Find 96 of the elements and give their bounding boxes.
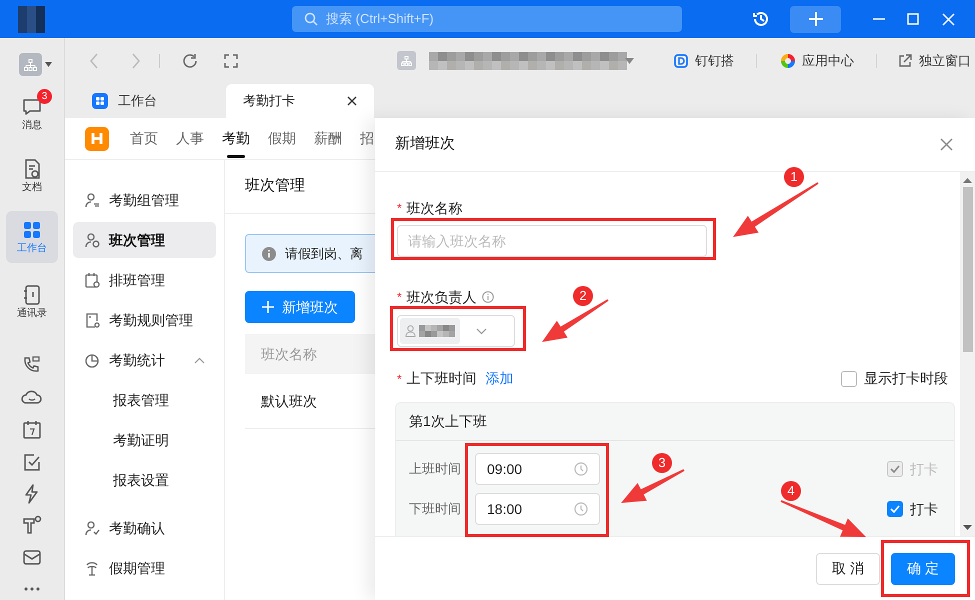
contact-book-icon <box>21 284 43 306</box>
required-mark: * <box>397 370 402 388</box>
scroll-up-icon <box>963 178 972 183</box>
owner-select[interactable] <box>397 315 515 347</box>
person-icon <box>405 325 416 337</box>
checkbox-label: 打卡 <box>910 500 938 518</box>
checkbox[interactable] <box>887 501 903 517</box>
letter-h-icon <box>91 132 103 145</box>
check-icon <box>890 505 900 513</box>
checkbox-label: 显示打卡时段 <box>864 369 948 388</box>
info-icon <box>262 246 276 260</box>
nav-tab[interactable]: 招 <box>360 118 374 159</box>
plus-icon <box>808 11 824 27</box>
calendar-icon[interactable] <box>21 418 43 441</box>
sidebar-label: 消息 <box>22 120 42 132</box>
submenu-item[interactable]: 报表管理 <box>113 382 216 418</box>
sidebar-item[interactable]: 文档 <box>6 150 58 202</box>
document-gear-icon <box>84 312 100 328</box>
search-icon <box>304 12 318 26</box>
confirm-button[interactable]: 确 定 <box>891 552 955 584</box>
toolbar-link[interactable]: 独立窗口 <box>897 50 971 70</box>
fullscreen-icon[interactable] <box>224 54 238 68</box>
person-check-icon <box>84 520 100 536</box>
chevron-up-icon <box>194 356 205 364</box>
info-icon <box>482 291 494 303</box>
field-label: 上下班时间 <box>406 369 477 388</box>
calendar-clock-icon <box>84 272 100 288</box>
sidebar-item[interactable]: 消息 3 <box>6 88 58 140</box>
org-chart-icon <box>24 58 36 70</box>
cancel-button[interactable]: 取 消 <box>816 552 880 584</box>
menu-item[interactable]: 排班管理 <box>73 262 216 298</box>
menu-item[interactable]: 考勤确认 <box>73 510 216 546</box>
clock-icon <box>574 462 588 476</box>
maximize-icon[interactable] <box>907 13 919 25</box>
menu-item[interactable]: 班次管理 <box>73 222 216 258</box>
table-cell-text: 默认班次 <box>261 392 317 410</box>
nav-tab[interactable]: 考勤 <box>222 118 250 159</box>
add-link[interactable]: 添加 <box>486 368 514 389</box>
sidebar-label: 文档 <box>22 182 42 194</box>
field-label: 上班时间 <box>409 460 462 478</box>
submenu-item[interactable]: 考勤证明 <box>113 422 216 458</box>
scrollbar[interactable] <box>960 172 975 536</box>
clock-icon <box>574 502 588 516</box>
chevron-down-icon <box>476 328 487 334</box>
caret-down-icon[interactable] <box>625 58 634 64</box>
scroll-down-icon <box>963 525 972 530</box>
card-title: 第1次上下班 <box>409 412 487 431</box>
org-chart-icon <box>401 56 412 66</box>
palm-tree-icon <box>84 560 100 576</box>
person-group-icon <box>84 192 100 208</box>
time-field[interactable]: 18:00 <box>475 493 600 525</box>
tab[interactable]: 考勤打卡 <box>226 84 374 118</box>
required-mark: * <box>397 289 402 306</box>
close-icon[interactable] <box>347 96 357 106</box>
nav-tab[interactable]: 首页 <box>130 118 158 159</box>
toolbar-link[interactable]: 应用中心 <box>780 50 854 70</box>
field-label: 班次名称 <box>406 198 463 218</box>
redacted-logo <box>18 6 45 32</box>
time-field[interactable]: 09:00 <box>475 453 600 485</box>
external-window-icon <box>897 52 913 68</box>
notice-text: 请假到岗、离 <box>285 244 363 263</box>
sidebar-label: 工作台 <box>17 243 47 256</box>
tab[interactable]: 工作台 <box>92 84 157 118</box>
pie-chart-icon <box>84 352 100 368</box>
check-icon <box>890 465 900 473</box>
tool-icon[interactable] <box>21 514 43 536</box>
unread-badge: 3 <box>37 89 52 104</box>
field-label: 下班时间 <box>409 500 462 518</box>
plus-icon <box>262 301 274 313</box>
shift-name-field[interactable]: 请输入班次名称 <box>397 225 707 257</box>
app-center-icon <box>780 52 796 68</box>
add-shift-button[interactable]: 新增班次 <box>245 291 355 323</box>
redacted-name <box>419 325 455 337</box>
checkbox[interactable] <box>841 370 857 386</box>
checkbox-label: 打卡 <box>910 460 938 478</box>
menu-item[interactable]: 考勤统计 <box>73 342 216 378</box>
nav-tab[interactable]: 人事 <box>176 118 204 159</box>
required-mark: * <box>397 200 402 217</box>
sidebar-label: 通讯录 <box>17 308 47 320</box>
submenu-item[interactable]: 报表设置 <box>113 462 216 498</box>
person-clock-icon <box>84 232 100 248</box>
add-button[interactable] <box>790 6 841 32</box>
field-label: 班次负责人 <box>406 288 477 306</box>
drawer-title: 新增班次 <box>395 134 456 154</box>
refresh-icon[interactable] <box>182 52 198 68</box>
nav-tab[interactable]: 假期 <box>268 118 296 159</box>
history-icon[interactable] <box>752 10 770 28</box>
sidebar-item[interactable]: 通讯录 <box>6 276 58 328</box>
column-header: 班次名称 <box>261 344 317 364</box>
menu-item[interactable]: 考勤组管理 <box>73 182 216 218</box>
menu-item[interactable]: 考勤规则管理 <box>73 302 216 338</box>
caret-down-icon <box>44 62 52 67</box>
nav-tab[interactable]: 薪酬 <box>314 118 342 159</box>
app-icon <box>92 93 108 109</box>
toolbar-link[interactable]: 钉钉搭 <box>673 50 734 70</box>
menu-item[interactable]: 假期管理 <box>73 550 216 586</box>
